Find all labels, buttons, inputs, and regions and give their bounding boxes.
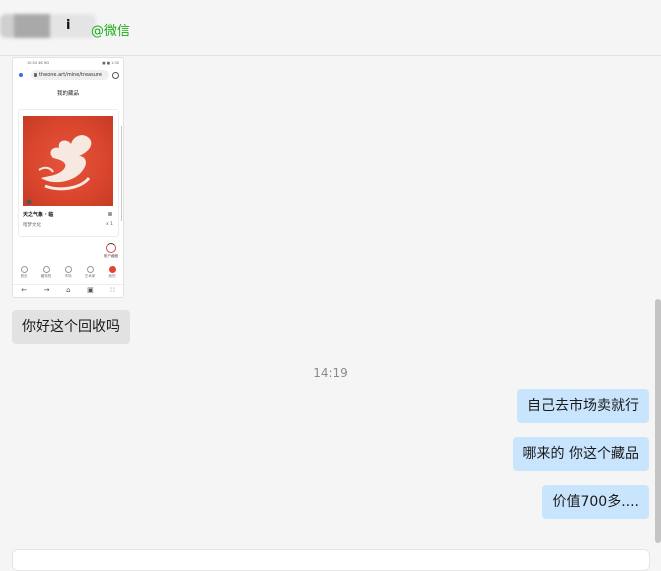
chat-scrollbar[interactable] (655, 299, 661, 543)
home-icon: ⌂ (66, 286, 71, 294)
tab-artist: 艺术家 (81, 265, 99, 281)
artist-tab-icon (86, 266, 94, 273)
message-timestamp: 14:19 (313, 366, 348, 380)
refresh-icon (112, 72, 119, 79)
featured-tab-icon (42, 266, 50, 273)
browser-nav-bar: ← → ⌂ ▣ ∷ (13, 284, 123, 295)
account-button-label: 账户藏藏 (104, 254, 118, 258)
menu-icon: ∷ (110, 286, 115, 294)
outgoing-message[interactable]: 哪来的 你这个藏品 (512, 437, 649, 471)
screenshot-image-message[interactable]: 10:54 46 HD ■ ■ 1:30 theone.art/mine/tre… (12, 57, 124, 298)
wechat-tag: @微信 (91, 24, 131, 39)
tab-featured: 藏特别 (37, 265, 55, 281)
forward-arrow-icon: → (43, 286, 50, 294)
lock-icon (108, 212, 112, 216)
incoming-message[interactable]: 你好这个回收吗 (12, 310, 130, 344)
artwork-image (23, 116, 113, 206)
browser-home-icon (19, 73, 23, 77)
outgoing-message[interactable]: 自己去市场卖就行 (517, 389, 649, 423)
page-title: 我的藏品 (56, 91, 79, 97)
account-icon (106, 243, 116, 253)
app-tab-bar: 首页 藏特别 市场 艺术家 我的 (13, 265, 123, 281)
contact-avatar-blurred[interactable] (0, 14, 96, 38)
inner-scrollbar (121, 126, 122, 221)
cloud-artwork-icon (26, 135, 92, 205)
tab-mine: 我的 (103, 265, 121, 281)
status-right: ■ ■ 1:30 (102, 61, 119, 65)
home-tab-icon (20, 266, 28, 273)
browser-address-bar: theone.art/mine/treasure (31, 70, 109, 80)
mine-tab-icon (108, 266, 116, 273)
artwork-name: 天之气象 · 临 (23, 212, 54, 218)
chat-header: i @微信 (0, 0, 661, 56)
contact-name[interactable]: i (66, 18, 70, 33)
tab-home: 首页 (15, 265, 33, 281)
browser-url: theone.art/mine/treasure (39, 72, 102, 78)
artwork-count: x 1 (106, 222, 113, 227)
tabs-icon: ▣ (87, 286, 94, 294)
back-arrow-icon: ← (21, 286, 28, 294)
phone-status-bar: 10:54 46 HD ■ ■ 1:30 (27, 61, 119, 66)
status-left: 10:54 46 HD (27, 61, 50, 65)
tab-market: 市场 (59, 265, 77, 281)
account-button: 账户藏藏 (101, 241, 121, 263)
message-input-area[interactable] (12, 549, 650, 571)
outgoing-message[interactable]: 价值700多.... (542, 485, 649, 519)
collection-card: 天之气象 · 临 暗梦文化 x 1 (18, 109, 119, 237)
lock-icon (34, 73, 37, 77)
market-tab-icon (64, 266, 72, 273)
artwork-owner: 暗梦文化 (23, 223, 41, 228)
